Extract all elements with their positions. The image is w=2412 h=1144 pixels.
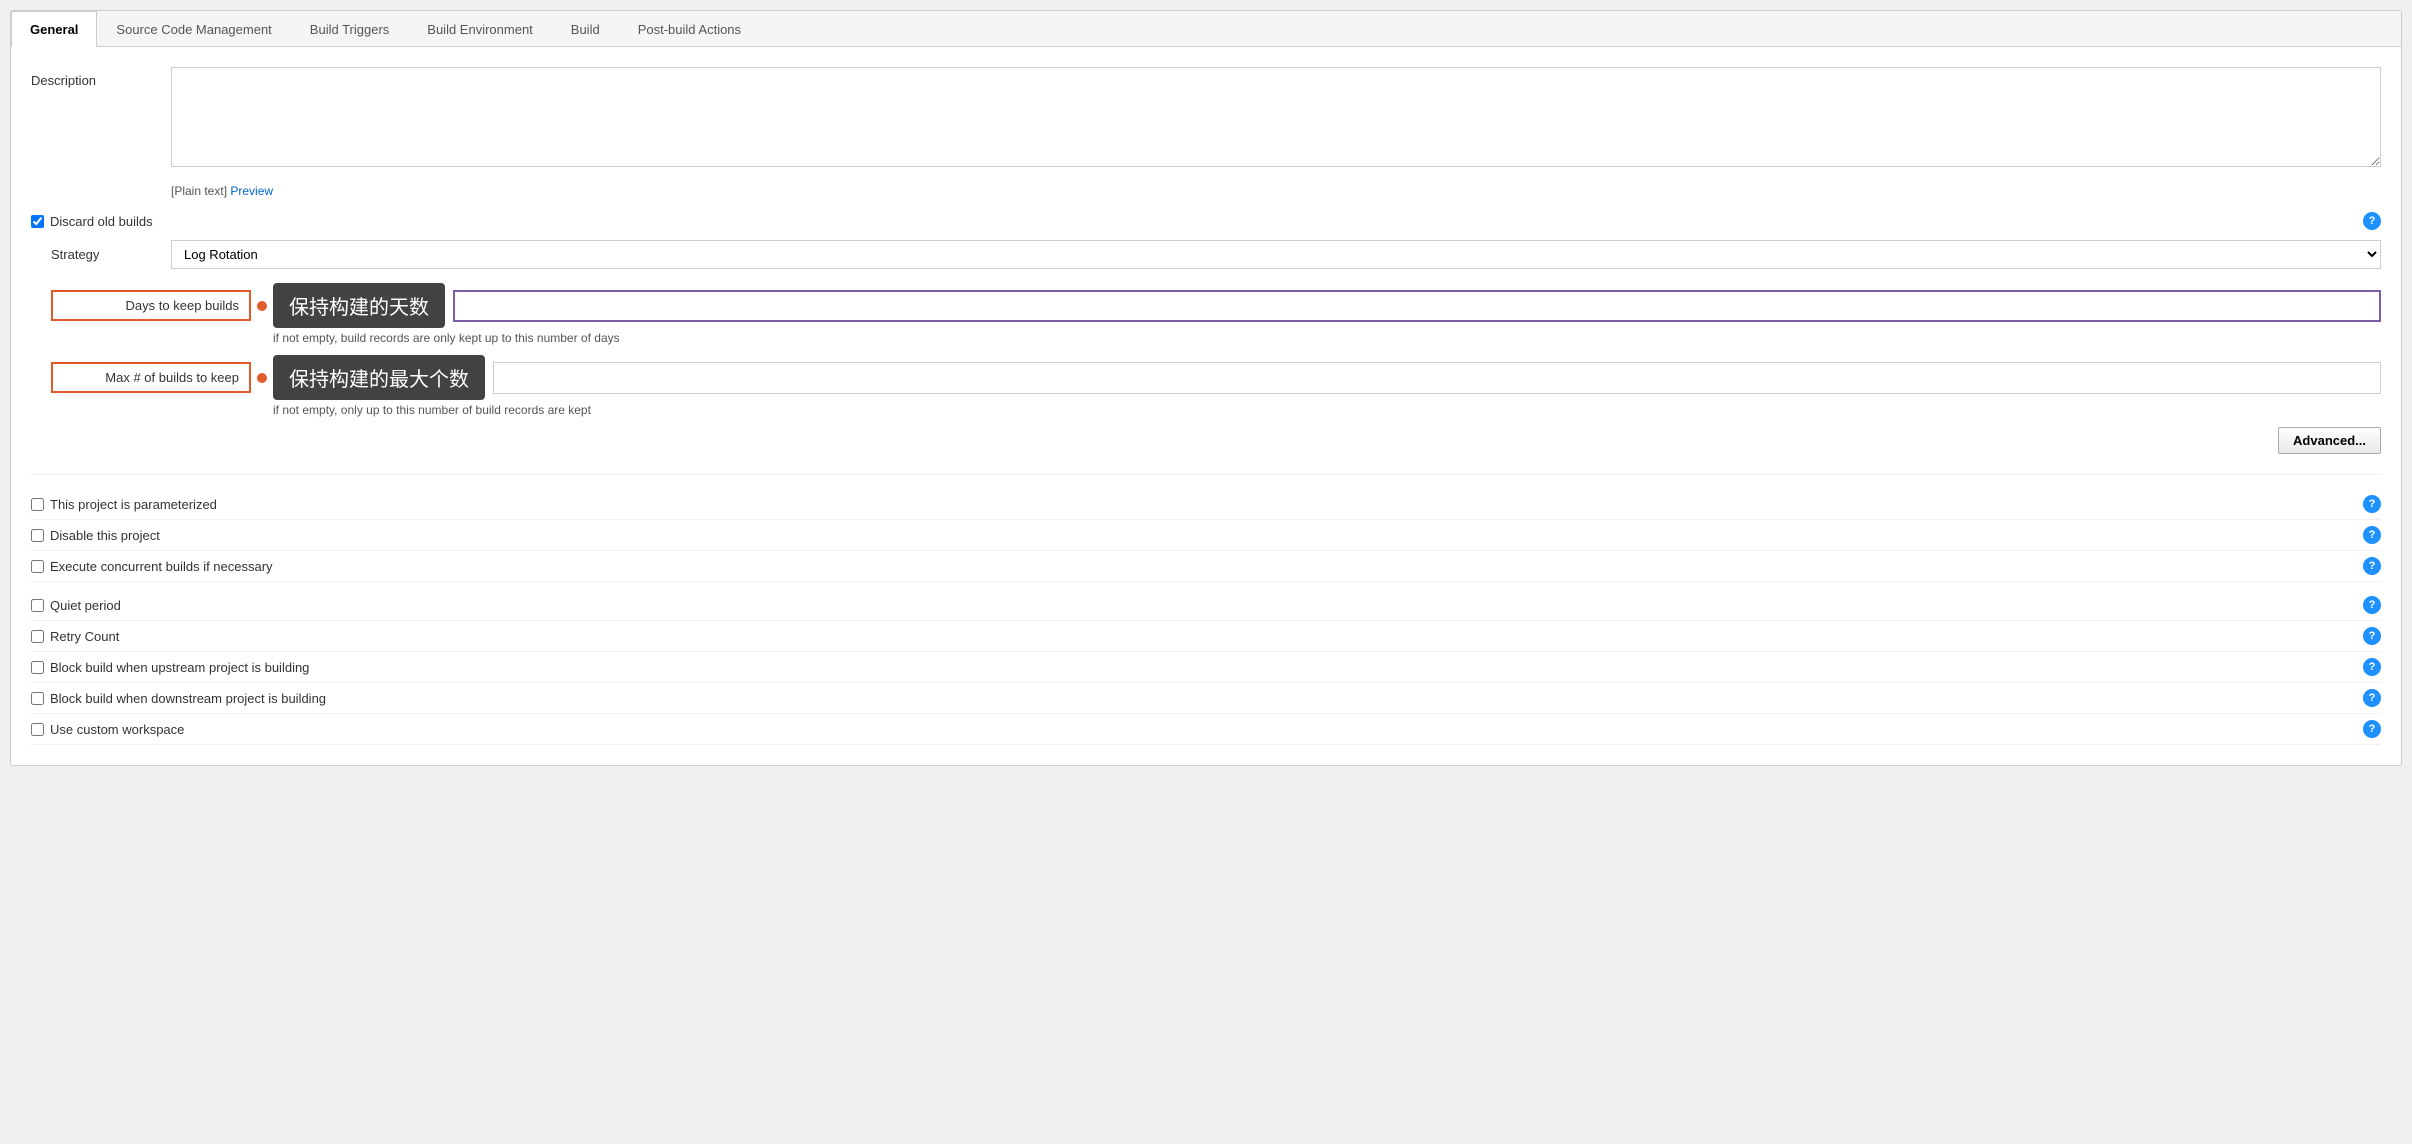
max-builds-hint: if not empty, only up to this number of … <box>273 403 2381 417</box>
option-disable-checkbox[interactable] <box>31 529 44 542</box>
option-concurrent-checkbox[interactable] <box>31 560 44 573</box>
option-custom-workspace-help[interactable]: ? <box>2363 720 2381 738</box>
discard-builds-row: Discard old builds ? <box>31 212 2381 230</box>
config-panel: General Source Code Management Build Tri… <box>10 10 2402 766</box>
description-textarea[interactable] <box>171 67 2381 167</box>
tab-environment[interactable]: Build Environment <box>408 11 552 47</box>
option-retry-row: Retry Count ? <box>31 621 2381 652</box>
options-section: This project is parameterized ? Disable … <box>31 474 2381 745</box>
option-quiet-row: Quiet period ? <box>31 590 2381 621</box>
tab-scm[interactable]: Source Code Management <box>97 11 290 47</box>
strategy-select[interactable]: Log Rotation <box>171 240 2381 269</box>
option-custom-workspace-checkbox[interactable] <box>31 723 44 736</box>
option-disable-help[interactable]: ? <box>2363 526 2381 544</box>
advanced-button[interactable]: Advanced... <box>2278 427 2381 454</box>
discard-builds-checkbox[interactable] <box>31 215 44 228</box>
option-disable-row: Disable this project ? <box>31 520 2381 551</box>
max-builds-label: Max # of builds to keep <box>51 362 251 393</box>
discard-builds-label: Discard old builds <box>50 214 153 229</box>
max-builds-row: Max # of builds to keep 保持构建的最大个数 <box>51 355 2381 400</box>
tab-general[interactable]: General <box>11 11 97 47</box>
option-block-upstream-checkbox[interactable] <box>31 661 44 674</box>
tab-triggers[interactable]: Build Triggers <box>291 11 408 47</box>
preview-link[interactable]: Preview <box>230 184 273 198</box>
option-parameterized-row: This project is parameterized ? <box>31 489 2381 520</box>
option-block-upstream-help[interactable]: ? <box>2363 658 2381 676</box>
option-parameterized-checkbox[interactable] <box>31 498 44 511</box>
option-quiet-label: Quiet period <box>50 598 2363 613</box>
option-block-upstream-row: Block build when upstream project is bui… <box>31 652 2381 683</box>
days-to-keep-hint: if not empty, build records are only kep… <box>273 331 2381 345</box>
option-disable-label: Disable this project <box>50 528 2363 543</box>
days-to-keep-dot <box>257 301 267 311</box>
option-block-downstream-help[interactable]: ? <box>2363 689 2381 707</box>
option-concurrent-label: Execute concurrent builds if necessary <box>50 559 2363 574</box>
discard-builds-help-icon[interactable]: ? <box>2363 212 2381 230</box>
option-block-downstream-label: Block build when downstream project is b… <box>50 691 2363 706</box>
plain-text-row: [Plain text] Preview <box>171 184 2381 198</box>
tab-build[interactable]: Build <box>552 11 619 47</box>
option-retry-checkbox[interactable] <box>31 630 44 643</box>
max-builds-tooltip: 保持构建的最大个数 <box>273 355 485 400</box>
option-parameterized-help[interactable]: ? <box>2363 495 2381 513</box>
description-wrap <box>171 67 2381 170</box>
option-custom-workspace-label: Use custom workspace <box>50 722 2363 737</box>
tab-content: Description [Plain text] Preview Discard… <box>11 47 2401 765</box>
strategy-label: Strategy <box>51 247 171 262</box>
build-fields: Days to keep builds 保持构建的天数 if not empty… <box>51 283 2381 417</box>
plain-text-label: [Plain text] <box>171 184 227 198</box>
strategy-row: Strategy Log Rotation <box>51 240 2381 269</box>
max-builds-dot <box>257 373 267 383</box>
option-concurrent-row: Execute concurrent builds if necessary ? <box>31 551 2381 582</box>
option-block-downstream-row: Block build when downstream project is b… <box>31 683 2381 714</box>
max-builds-block: Max # of builds to keep 保持构建的最大个数 if not… <box>51 355 2381 417</box>
days-to-keep-tooltip: 保持构建的天数 <box>273 283 445 328</box>
description-row: Description <box>31 67 2381 170</box>
option-parameterized-label: This project is parameterized <box>50 497 2363 512</box>
description-label: Description <box>31 67 171 88</box>
option-quiet-checkbox[interactable] <box>31 599 44 612</box>
days-to-keep-block: Days to keep builds 保持构建的天数 if not empty… <box>51 283 2381 345</box>
tab-postbuild[interactable]: Post-build Actions <box>619 11 760 47</box>
option-block-downstream-checkbox[interactable] <box>31 692 44 705</box>
days-to-keep-row: Days to keep builds 保持构建的天数 <box>51 283 2381 328</box>
option-retry-help[interactable]: ? <box>2363 627 2381 645</box>
option-concurrent-help[interactable]: ? <box>2363 557 2381 575</box>
option-quiet-help[interactable]: ? <box>2363 596 2381 614</box>
days-to-keep-input[interactable] <box>453 290 2381 322</box>
tab-bar: General Source Code Management Build Tri… <box>11 11 2401 47</box>
days-to-keep-label: Days to keep builds <box>51 290 251 321</box>
option-retry-label: Retry Count <box>50 629 2363 644</box>
option-custom-workspace-row: Use custom workspace ? <box>31 714 2381 745</box>
max-builds-input[interactable] <box>493 362 2381 394</box>
option-block-upstream-label: Block build when upstream project is bui… <box>50 660 2363 675</box>
advanced-btn-row: Advanced... <box>31 427 2381 454</box>
